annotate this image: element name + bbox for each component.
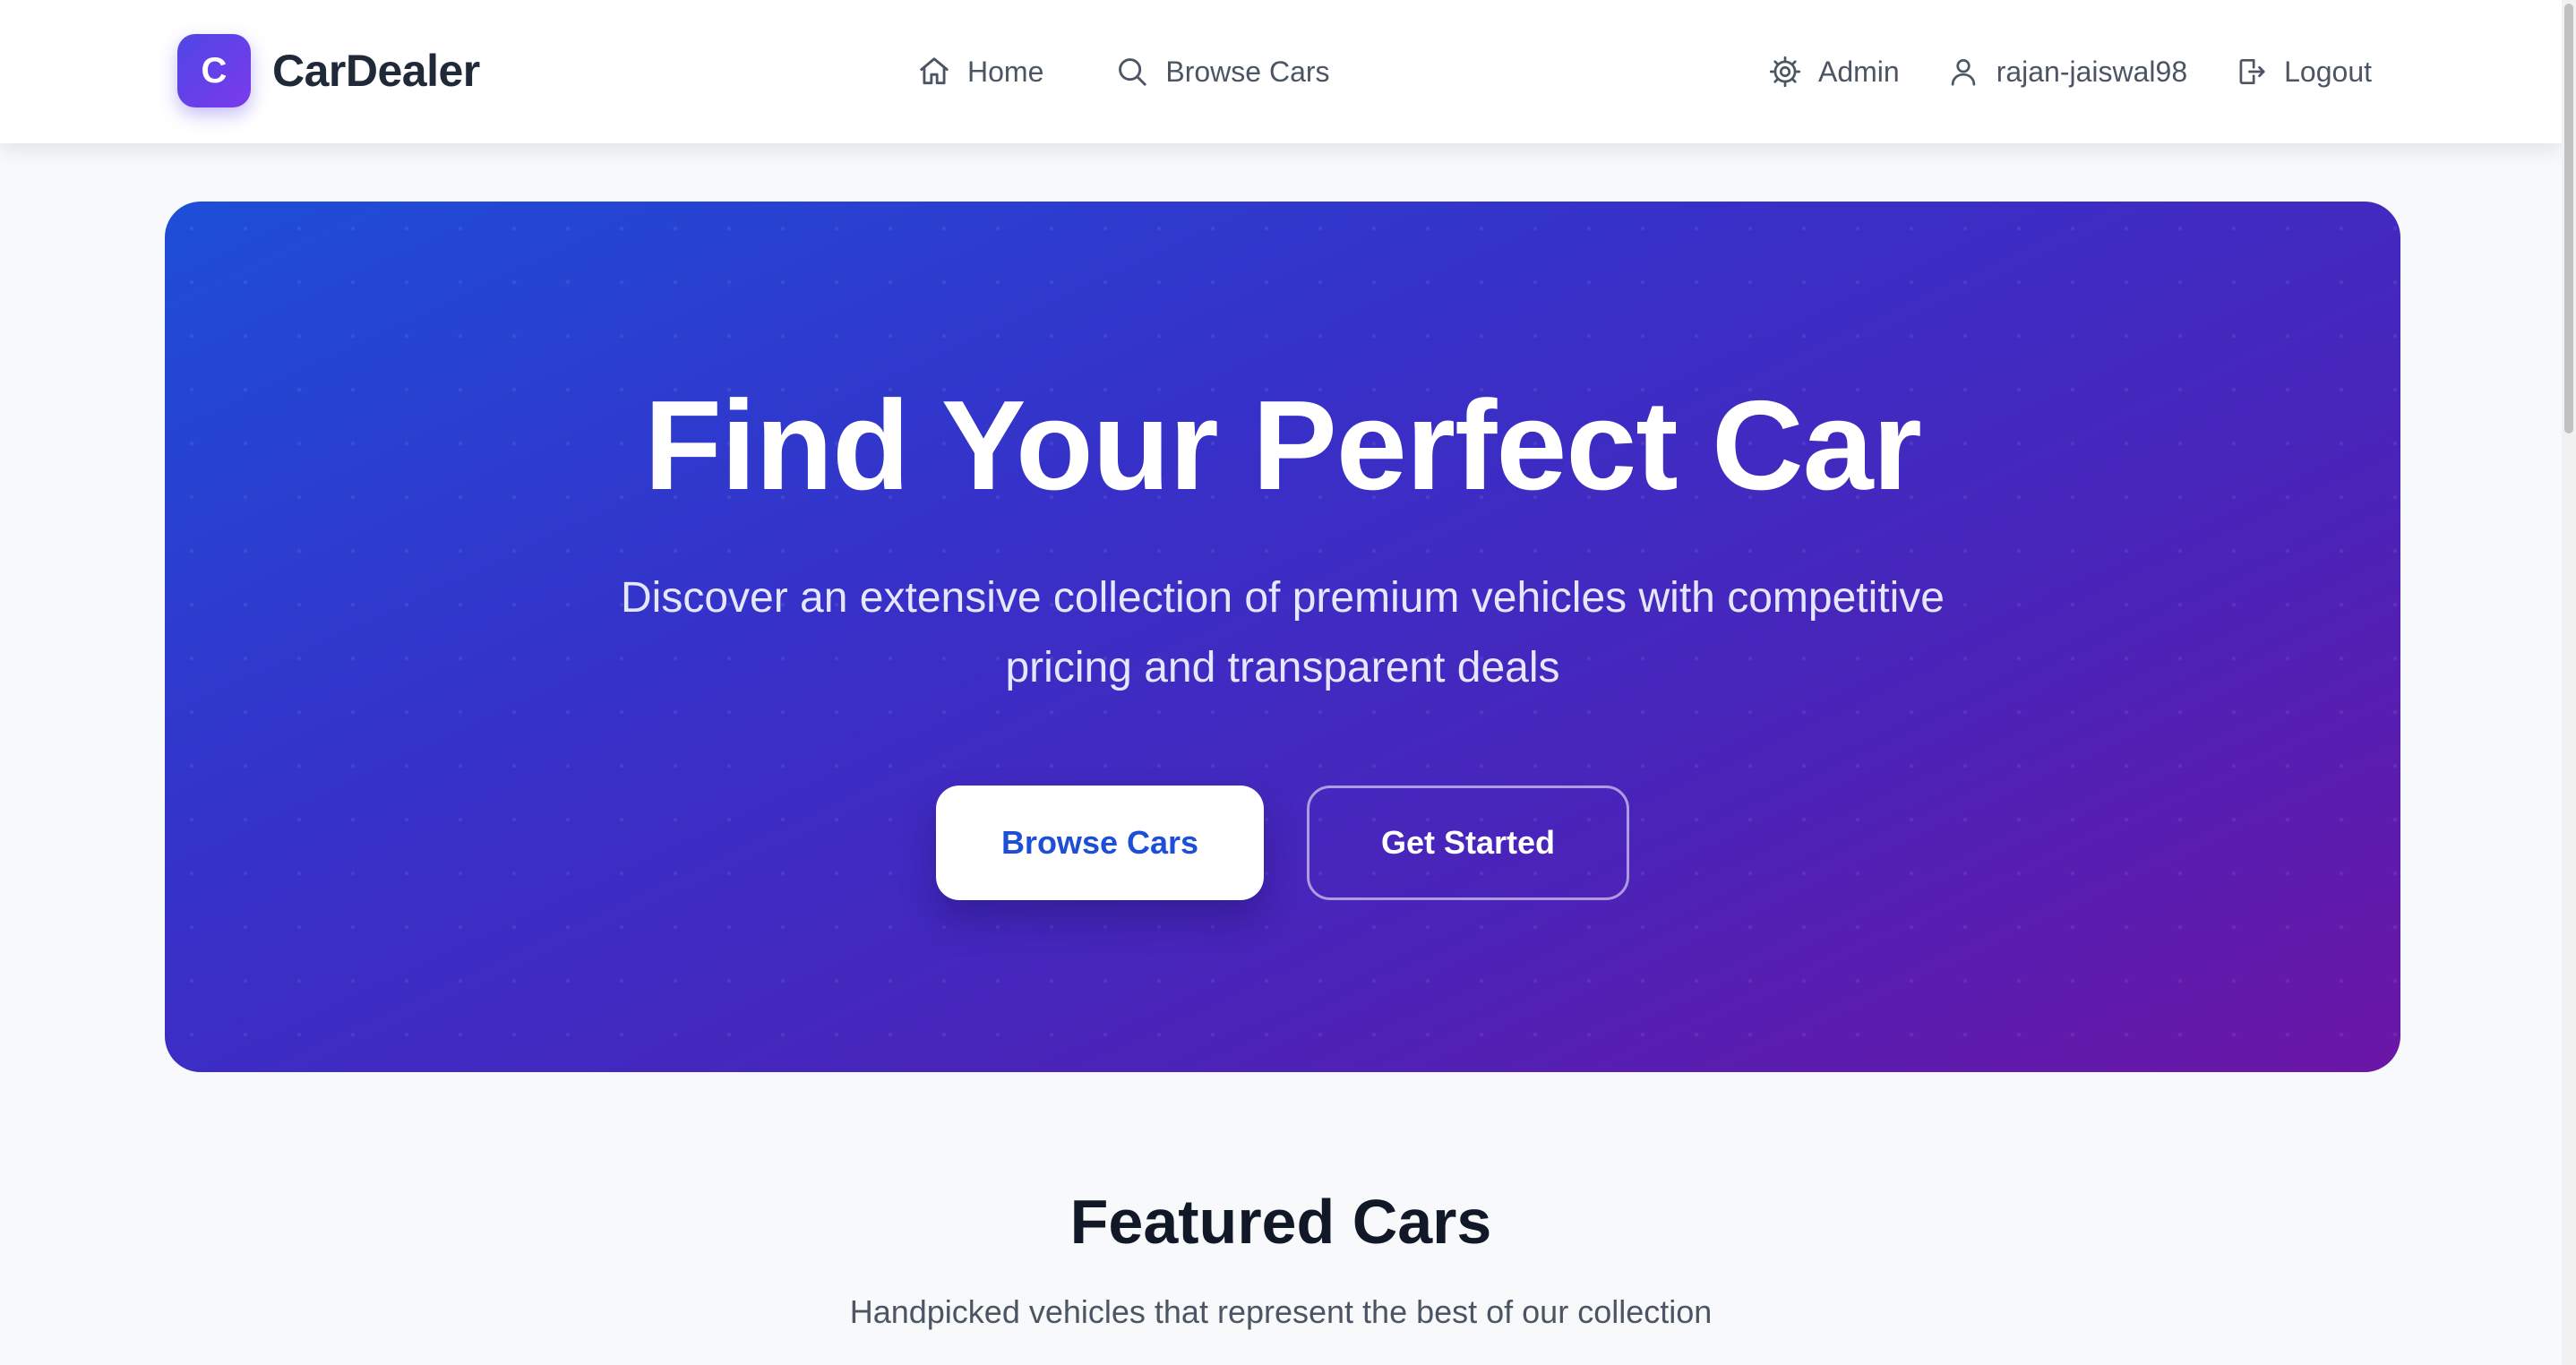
nav-home-label: Home [967,55,1044,88]
nav-logout-label: Logout [2284,55,2372,88]
nav-admin-link[interactable]: Admin [1768,47,1900,97]
nav-home-link[interactable]: Home [917,47,1043,97]
gear-icon [1768,55,1802,89]
nav-browse-cars-label: Browse Cars [1165,55,1330,88]
nav-admin-label: Admin [1817,55,1900,88]
brand-name[interactable]: CarDealer [272,45,480,97]
scrollbar-thumb[interactable] [2564,4,2573,434]
hero-actions: Browse Cars Get Started [165,786,2400,900]
search-icon [1115,55,1149,89]
nav-logout-link[interactable]: Logout [2234,47,2372,97]
user-nav: Admin rajan-jaiswal98 Logout [1768,47,2372,97]
page-scrollbar[interactable] [2562,0,2576,1365]
brand[interactable]: C CarDealer [177,34,480,107]
nav-browse-cars-link[interactable]: Browse Cars [1115,47,1330,97]
logout-icon [2234,55,2268,89]
main-nav: Home Browse Cars [917,47,1330,97]
nav-username-label: rajan-jaiswal98 [1996,55,2188,88]
get-started-button[interactable]: Get Started [1307,786,1629,900]
browse-cars-button[interactable]: Browse Cars [936,786,1264,900]
page: C CarDealer Home Browse Cars Admin rajan… [0,0,2576,1365]
user-icon [1946,55,1980,89]
home-icon [917,55,951,89]
hero-title: Find Your Perfect Car [644,374,1922,517]
hero-subtitle: Discover an extensive collection of prem… [621,574,1945,691]
brand-logo[interactable]: C [177,34,251,107]
top-navbar: C CarDealer Home Browse Cars Admin rajan… [0,0,2562,143]
nav-user-profile-link[interactable]: rajan-jaiswal98 [1946,47,2187,97]
featured-cars-title: Featured Cars [1069,1187,1492,1257]
hero-banner: Find Your Perfect Car Discover an extens… [165,202,2400,1072]
featured-cars-subtitle: Handpicked vehicles that represent the b… [849,1293,1713,1330]
